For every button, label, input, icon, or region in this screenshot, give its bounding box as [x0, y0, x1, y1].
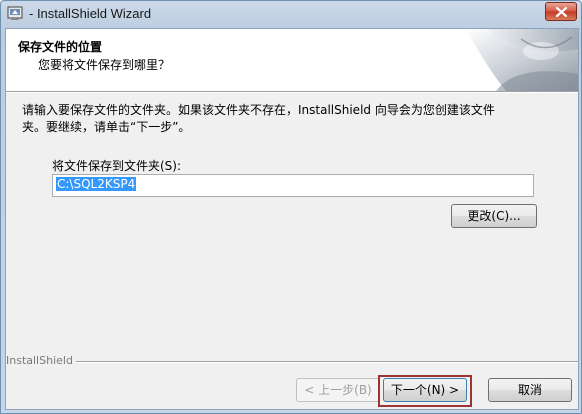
header-subtitle: 您要将文件保存到哪里？ — [38, 58, 171, 72]
wizard-header: 保存文件的位置 您要将文件保存到哪里？ — [6, 29, 578, 91]
change-folder-button[interactable]: 更改(C)... — [451, 204, 537, 228]
cancel-button[interactable]: 取消 — [488, 378, 572, 402]
folder-path-value: C:\SQL2KSP4 — [56, 177, 137, 191]
instructions-line-1: 请输入要保存文件的文件夹。如果该文件夹不存在，InstallShield 向导会… — [22, 103, 495, 117]
wizard-client-area: 保存文件的位置 您要将文件保存到哪里？ 请输入要保存文件的文件夹。如果该文件夹不… — [5, 28, 579, 410]
installshield-app-icon — [7, 6, 23, 21]
header-artwork — [466, 29, 578, 91]
instructions-text: 请输入要保存文件的文件夹。如果该文件夹不存在，InstallShield 向导会… — [22, 102, 542, 136]
header-separator — [6, 91, 578, 93]
folder-label: 将文件保存到文件夹(S): — [52, 159, 182, 173]
instructions-line-2: 夹。要继续，请单击“下一步”。 — [22, 120, 191, 134]
next-button[interactable]: 下一个(N) > — [383, 378, 467, 402]
close-icon — [556, 7, 567, 17]
title-bar[interactable]: - InstallShield Wizard — [1, 1, 581, 27]
window-title: - InstallShield Wizard — [29, 6, 152, 21]
installshield-brand-label: InstallShield — [6, 354, 76, 367]
wizard-window: - InstallShield Wizard 保存文件的位置 您要将文件保存到哪… — [0, 0, 582, 414]
header-title: 保存文件的位置 — [18, 40, 103, 54]
folder-path-input[interactable]: C:\SQL2KSP4 — [52, 174, 534, 197]
footer-separator — [6, 361, 578, 363]
close-button[interactable] — [545, 2, 577, 21]
back-button[interactable]: < 上一步(B) — [296, 378, 380, 402]
